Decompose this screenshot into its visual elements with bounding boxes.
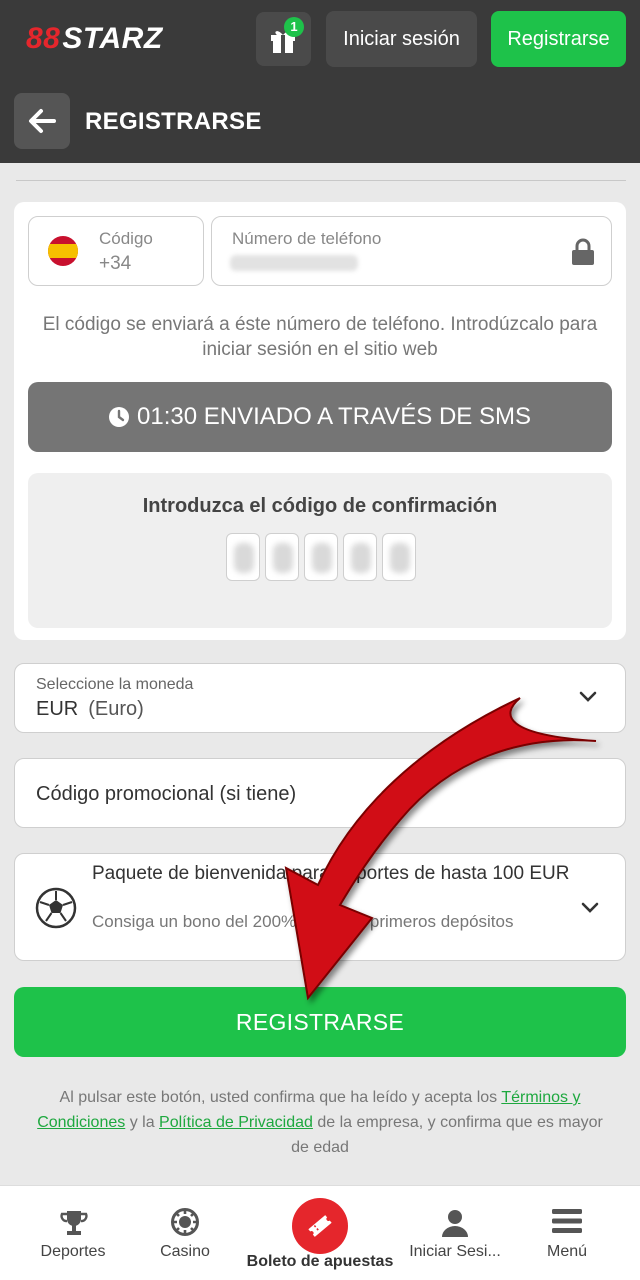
code-value: +34 (99, 253, 132, 274)
nav-sports[interactable]: Deportes (28, 1186, 118, 1280)
divider (16, 180, 626, 181)
bonus-description: Consiga un bono del 200% en sus 4 primer… (92, 912, 514, 931)
nav-menu[interactable]: Menú (532, 1186, 602, 1280)
logo-prefix: 88 (26, 22, 61, 55)
nav-betslip-label[interactable]: Boleto de apuestas (240, 1253, 400, 1271)
code-digit-input[interactable] (382, 533, 416, 581)
legal-text-3: de la empresa, y confirma que es mayor d… (291, 1114, 603, 1156)
confirmation-code-inputs (226, 533, 416, 581)
currency-code: EUR (36, 698, 79, 720)
sms-info-text: El código se enviará a éste número de te… (42, 314, 598, 360)
currency-label: Seleccione la moneda (36, 676, 194, 693)
chevron-down-icon (579, 691, 597, 702)
nav-casino[interactable]: Casino (145, 1186, 225, 1280)
nav-sports-label: Deportes (40, 1243, 106, 1260)
clock-icon (109, 407, 130, 427)
gift-button[interactable]: 1 (256, 12, 311, 66)
logo-text: STARZ (62, 22, 163, 55)
gift-badge: 1 (284, 17, 304, 37)
code-digit-input[interactable] (226, 533, 260, 581)
login-button[interactable]: Iniciar sesión (326, 11, 477, 67)
privacy-link[interactable]: Política de Privacidad (159, 1114, 313, 1131)
soccer-ball-icon (35, 887, 77, 929)
page-title: REGISTRARSE (85, 108, 262, 135)
nav-betslip-button[interactable] (292, 1198, 348, 1254)
ticket-icon (308, 1215, 332, 1237)
arrow-left-icon (29, 109, 56, 133)
bonus-title: Paquete de bienvenida para deportes de h… (92, 863, 570, 884)
sms-label: ENVIADO A TRAVÉS DE SMS (203, 403, 531, 430)
casino-chip-icon (171, 1208, 199, 1236)
lock-icon (572, 238, 594, 265)
register-submit-button[interactable]: REGISTRARSE (14, 987, 626, 1057)
register-button-top[interactable]: Registrarse (491, 11, 626, 67)
code-label: Código (99, 229, 153, 248)
confirmation-title: Introduzca el código de confirmación (142, 495, 498, 517)
phone-label: Número de teléfono (232, 229, 382, 248)
phone-input[interactable]: Número de teléfono (211, 216, 612, 286)
country-code-select[interactable]: Código +34 (28, 216, 204, 286)
bottom-nav: Deportes Casino Boleto de apuestas Inici… (0, 1185, 640, 1280)
currency-select[interactable]: Seleccione la moneda EUR (Euro) (14, 663, 626, 733)
phone-card: Código +34 Número de teléfono El código … (14, 202, 626, 640)
promo-code-input[interactable]: Código promocional (si tiene) (14, 758, 626, 828)
user-icon (442, 1210, 468, 1237)
phone-value-redacted (230, 255, 358, 271)
trophy-icon (60, 1211, 88, 1235)
currency-name: (Euro) (88, 698, 144, 720)
hamburger-menu-icon (552, 1209, 582, 1233)
nav-casino-label: Casino (160, 1243, 210, 1260)
confirmation-box: Introduzca el código de confirmación (28, 473, 612, 628)
legal-text: Al pulsar este botón, usted confirma que… (30, 1085, 610, 1160)
legal-text-2: y la (125, 1114, 160, 1131)
sms-timer: 01:30 (137, 403, 198, 430)
code-digit-input[interactable] (265, 533, 299, 581)
chevron-down-icon (581, 902, 599, 913)
logo[interactable]: 88 STARZ (26, 22, 163, 56)
legal-text-1: Al pulsar este botón, usted confirma que… (59, 1089, 502, 1106)
nav-menu-label: Menú (546, 1243, 588, 1260)
code-digit-input[interactable] (304, 533, 338, 581)
bonus-select[interactable]: Paquete de bienvenida para deportes de h… (14, 853, 626, 961)
back-button[interactable] (14, 93, 70, 149)
code-digit-input[interactable] (343, 533, 377, 581)
spain-flag-icon (48, 236, 78, 266)
page-header: REGISTRARSE (0, 80, 640, 163)
nav-login[interactable]: Iniciar Sesi... (400, 1186, 510, 1280)
top-bar: 88 STARZ 1 Iniciar sesión Registrarse (0, 0, 640, 80)
nav-login-label: Iniciar Sesi... (409, 1243, 501, 1260)
currency-value: EUR (Euro) (36, 698, 144, 721)
sms-sent-button[interactable]: 01:30 ENVIADO A TRAVÉS DE SMS (28, 382, 612, 452)
